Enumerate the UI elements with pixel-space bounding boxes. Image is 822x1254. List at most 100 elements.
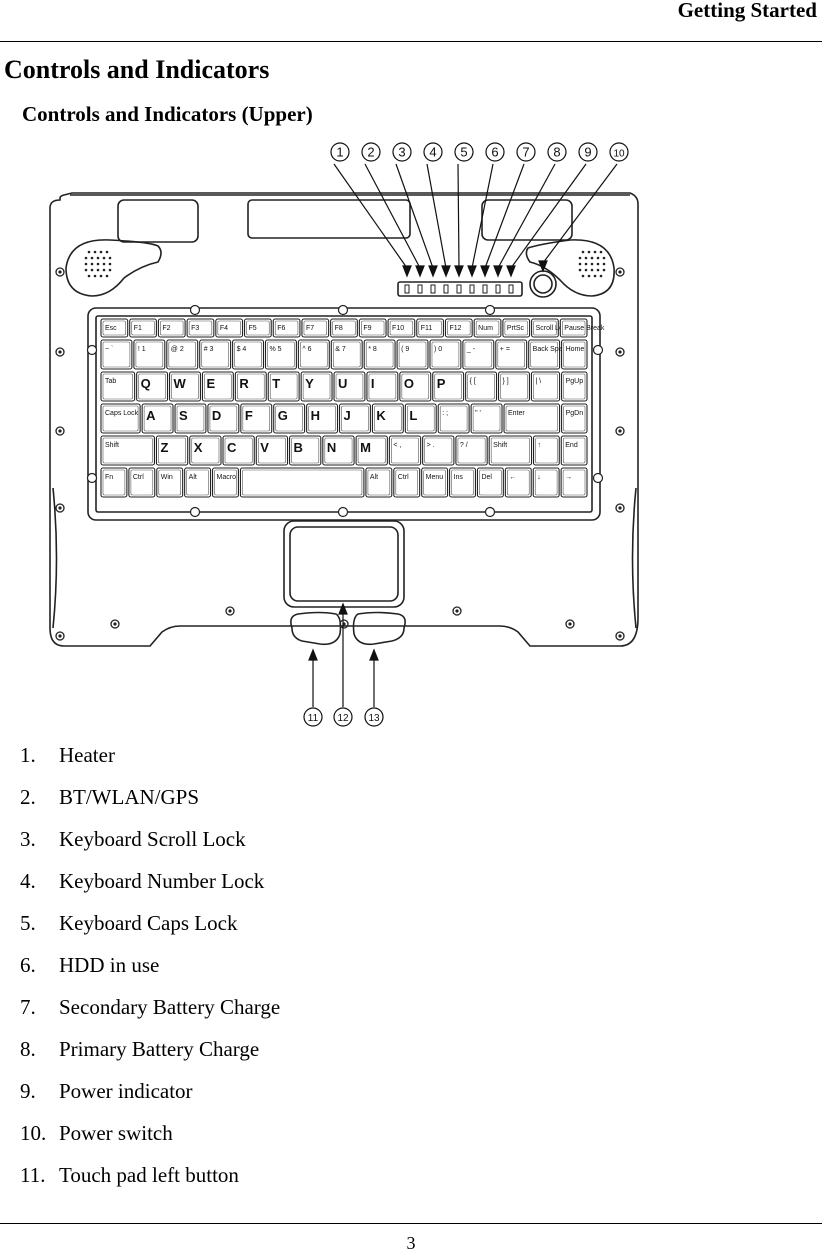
keyboard-key: L [404, 403, 437, 434]
keyboard-key: > . [422, 435, 455, 466]
keyboard-key: S [174, 403, 207, 434]
key-label: T [272, 376, 280, 391]
keyboard-key: " ' [470, 403, 503, 434]
led-indicator [508, 284, 514, 294]
stud-icon [337, 304, 349, 316]
key-label: V [260, 440, 269, 455]
callout-2: 2 [361, 142, 381, 162]
keyboard-key: I [366, 371, 399, 402]
key-label: Alt [189, 474, 197, 481]
keyboard-key: $ 4 [232, 339, 265, 370]
key-label: PgDn [566, 410, 584, 417]
keyboard-key [239, 467, 365, 498]
stud-icon [484, 304, 496, 316]
callout-line [333, 163, 408, 269]
key-label: P [437, 376, 446, 391]
keyboard-key: → [560, 467, 588, 498]
key-label: > . [427, 442, 435, 449]
key-label: Tab [105, 378, 116, 385]
key-label: N [327, 440, 336, 455]
list-item: 3. Keyboard Scroll Lock [20, 827, 246, 851]
keyboard-key: F11 [416, 318, 445, 338]
keyboard-key: Shift [100, 435, 156, 466]
keyboard-key: ~ ` [100, 339, 133, 370]
key-label: ^ 6 [302, 346, 311, 353]
key-label: F8 [335, 325, 343, 332]
key-label: Del [481, 474, 492, 481]
callout-line [457, 163, 460, 269]
key-label: W [174, 376, 187, 391]
keyboard-key: PrtSc [502, 318, 531, 338]
key-label: # 3 [204, 346, 214, 353]
stud-icon [86, 472, 98, 484]
keyboard-key: Tab [100, 371, 136, 402]
list-item: 11. Touch pad left button [20, 1163, 239, 1187]
keyboard-key: + = [495, 339, 528, 370]
keyboard-key: F1 [129, 318, 157, 338]
key-label: F3 [191, 325, 199, 332]
arrowhead-icon [506, 265, 516, 278]
key-label: " ' [475, 410, 481, 417]
keyboard-key: B [288, 435, 322, 466]
keyboard-key: ? / [455, 435, 488, 466]
keyboard-key: { [ [465, 371, 498, 402]
callout-12: 12 [333, 707, 353, 727]
keyboard-key: ^ 6 [297, 339, 330, 370]
section-subtitle: Controls and Indicators (Upper) [22, 102, 313, 126]
keyboard-key: J [338, 403, 371, 434]
callout-line [542, 163, 618, 264]
keyboard-key: : ; [437, 403, 470, 434]
keyboard-key: # 3 [199, 339, 232, 370]
callout-8: 8 [547, 142, 567, 162]
key-label: F4 [220, 325, 228, 332]
keyboard-key: R [234, 371, 267, 402]
key-label: Esc [105, 325, 117, 332]
list-item: 9. Power indicator [20, 1079, 193, 1103]
key-label: J [344, 408, 351, 423]
keyboard-key: T [267, 371, 300, 402]
key-label: End [565, 442, 578, 449]
key-label: Win [161, 474, 173, 481]
key-label: $ 4 [237, 346, 247, 353]
keyboard-key: Z [155, 435, 189, 466]
keyboard-key: K [371, 403, 404, 434]
keyboard: Esc F1 F2 F3 F4 F5 F6 F7 F8 F9 F10 F11 F12 Num PrtSc Sc… [100, 318, 605, 498]
callout-number: 4 [429, 145, 436, 160]
key-label: ↓ [537, 474, 541, 481]
callout-number: 7 [522, 145, 529, 160]
callout-4: 4 [423, 142, 443, 162]
keyboard-key: F10 [387, 318, 416, 338]
key-label: R [239, 376, 249, 391]
list-item: 8. Primary Battery Charge [20, 1037, 260, 1061]
keyboard-key: H [306, 403, 339, 434]
keyboard-key: ( 9 [396, 339, 429, 370]
callout-3: 3 [392, 142, 412, 162]
keyboard-key: % 5 [264, 339, 297, 370]
keyboard-key: End [560, 435, 588, 466]
callout-13: 13 [364, 707, 384, 727]
keyboard-key: < , [388, 435, 422, 466]
arrowhead-icon [338, 602, 348, 615]
key-label: Pause Break [564, 325, 605, 332]
arrowhead-icon [369, 648, 379, 661]
key-label: C [227, 440, 237, 455]
footer-rule [0, 1223, 822, 1224]
callout-line [484, 163, 525, 269]
key-label: Ins [454, 474, 464, 481]
callout-labels: 1 2 3 4 5 6 7 8 9 1011 12 13 [303, 142, 629, 727]
key-label: F10 [392, 325, 404, 332]
keyboard-key: F7 [301, 318, 330, 338]
led-indicator [495, 284, 501, 294]
key-label: X [194, 440, 203, 455]
keyboard-key: F8 [330, 318, 358, 338]
callout-7: 7 [516, 142, 536, 162]
keyboard-key: Ins [449, 467, 477, 498]
led-indicator [443, 284, 449, 294]
keyboard-key: * 8 [363, 339, 396, 370]
keyboard-key: Pause Break [559, 318, 605, 338]
key-label: B [294, 440, 303, 455]
key-label: → [565, 474, 572, 481]
keyboard-key: D [207, 403, 240, 434]
keyboard-key: Menu [421, 467, 449, 498]
callout-number: 8 [553, 145, 560, 160]
